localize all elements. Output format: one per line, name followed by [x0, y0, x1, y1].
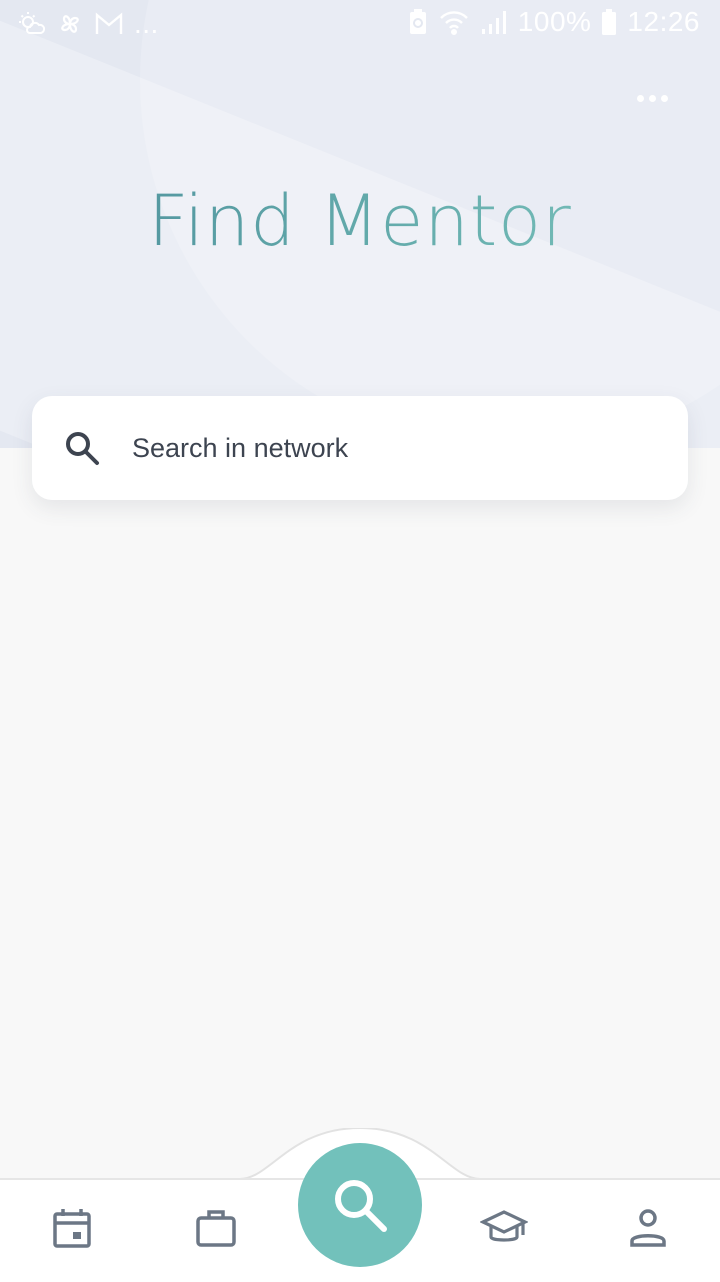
briefcase-icon	[196, 1210, 236, 1247]
more-dots-icon	[636, 94, 644, 102]
clock: 12:26	[627, 6, 700, 37]
battery-icon	[601, 8, 617, 36]
battery-saver-icon	[408, 8, 428, 36]
person-icon	[630, 1209, 666, 1247]
nav-profile[interactable]	[624, 1204, 672, 1252]
status-bar: ... 100% 12:26	[0, 0, 720, 48]
signal-icon	[480, 8, 508, 36]
calendar-icon	[53, 1209, 91, 1248]
wifi-icon	[438, 8, 470, 36]
nav-education[interactable]	[480, 1204, 528, 1252]
search-bar[interactable]	[32, 396, 688, 500]
pinwheel-icon	[56, 10, 84, 38]
search-icon	[66, 432, 99, 465]
page-title: Find Mentor	[0, 180, 720, 262]
nav-search-fab[interactable]	[298, 1143, 422, 1267]
more-dot	[648, 94, 656, 102]
battery-percent: 100%	[517, 6, 592, 37]
weather-icon	[16, 9, 46, 39]
status-right-icons: 100% 12:26	[408, 6, 700, 38]
search-input[interactable]	[130, 431, 634, 465]
nav-jobs[interactable]	[192, 1204, 240, 1252]
status-left-icons: ...	[16, 8, 159, 40]
gmail-icon	[94, 11, 124, 37]
more-options-button[interactable]	[630, 84, 674, 112]
more-dot	[660, 94, 668, 102]
more-notifications-dots: ...	[134, 8, 159, 39]
nav-calendar[interactable]	[48, 1204, 96, 1252]
search-icon	[335, 1180, 387, 1232]
graduation-cap-icon	[480, 1210, 528, 1242]
